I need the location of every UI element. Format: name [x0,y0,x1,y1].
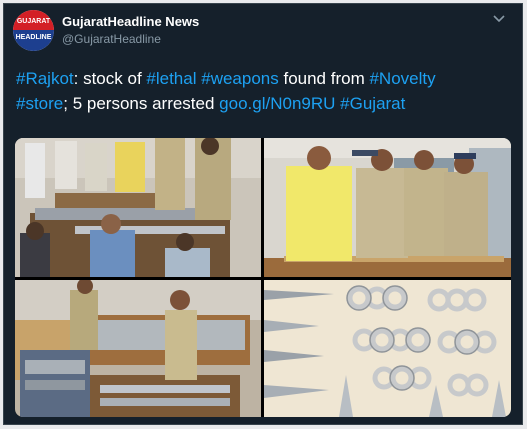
tweet-text-segment: : stock of [73,69,147,88]
avatar-logo-bottom: HEADLINE [13,30,54,51]
hashtag-lethal[interactable]: #lethal [146,69,196,88]
hashtag-weapons[interactable]: #weapons [201,69,279,88]
photo-weapons-on-table[interactable] [15,280,261,417]
tweet-text-segment: ; 5 persons arrested [63,94,220,113]
account-name[interactable]: GujaratHeadline News [62,14,199,29]
media-grid [15,138,511,417]
account-handle[interactable]: @GujaratHeadline [62,32,161,46]
chevron-down-icon[interactable] [492,12,506,27]
photo-knuckle-dusters[interactable] [264,280,511,417]
hashtag-novelty[interactable]: #Novelty [369,69,435,88]
tweet-link[interactable]: goo.gl/N0n9RU [219,94,335,113]
tweet-text-segment: found from [278,69,370,88]
photo-officials-standing[interactable] [264,138,511,277]
tweet-card: GUJARAT HEADLINE GujaratHeadline News @G… [3,3,523,425]
avatar[interactable]: GUJARAT HEADLINE [13,10,54,51]
hashtag-gujarat[interactable]: #Gujarat [340,94,405,113]
avatar-logo-top: GUJARAT [13,10,54,30]
hashtag-rajkot[interactable]: #Rajkot [16,69,74,88]
tweet-text: #Rajkot: stock of #lethal #weapons found… [16,66,516,116]
photo-police-with-weapons[interactable] [15,138,261,277]
hashtag-store[interactable]: #store [16,94,63,113]
